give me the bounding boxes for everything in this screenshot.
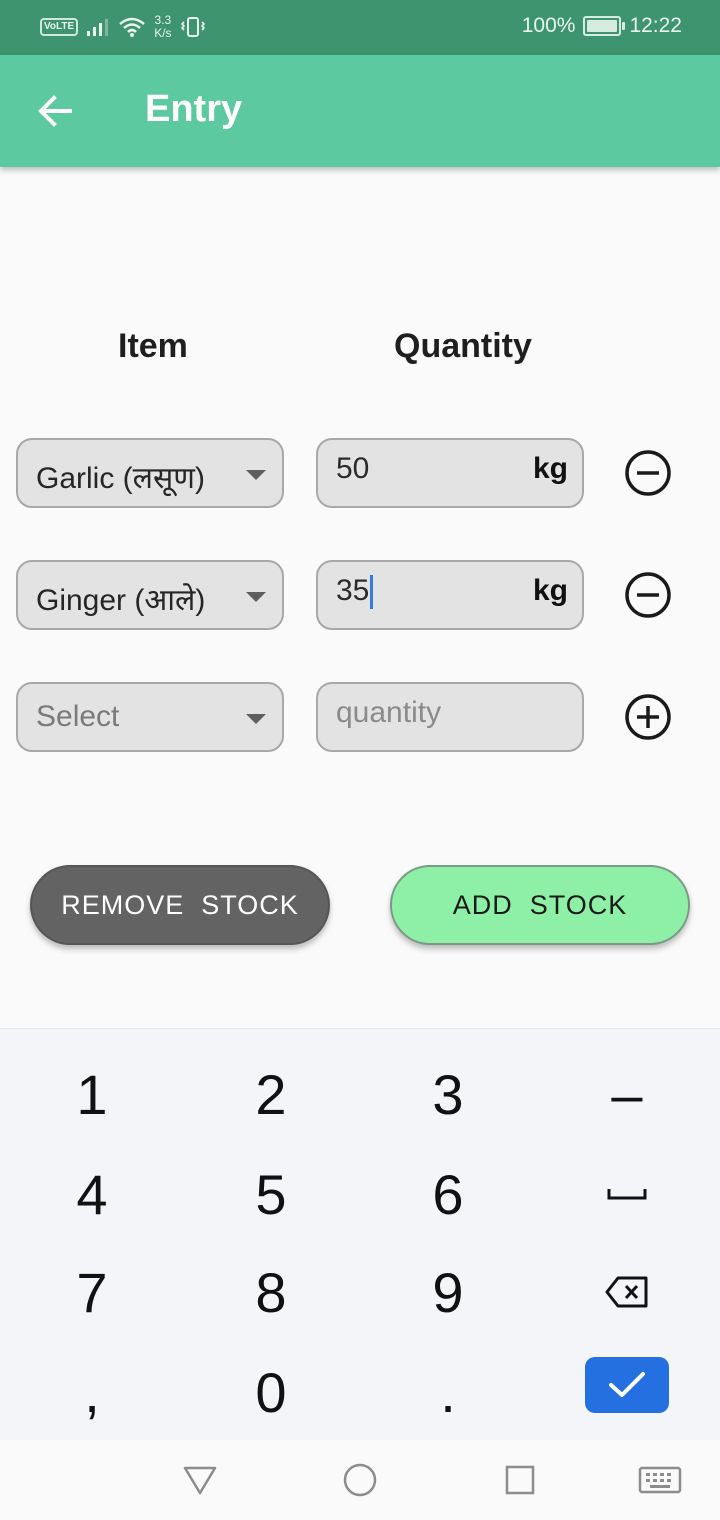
add-stock-button[interactable]: ADD STOCK [390, 865, 690, 945]
item-dropdown-placeholder: Select [36, 700, 120, 733]
quantity-field-3[interactable]: quantity [316, 682, 584, 752]
speed-unit: K/s [154, 26, 172, 40]
key-0[interactable]: 0 [211, 1347, 331, 1437]
quantity-field-2[interactable]: 35 kg [316, 560, 584, 630]
space-key[interactable] [567, 1149, 687, 1239]
numeric-keyboard: 1 2 3 – 4 5 6 7 8 9 , 0 . [0, 1028, 720, 1441]
quantity-column-header: Quantity [394, 327, 532, 365]
key-comma[interactable]: , [32, 1347, 152, 1437]
key-9[interactable]: 9 [388, 1247, 508, 1337]
item-column-header: Item [118, 327, 188, 365]
quantity-field-1[interactable]: 50 kg [316, 438, 584, 508]
key-8[interactable]: 8 [211, 1247, 331, 1337]
key-1[interactable]: 1 [32, 1049, 152, 1139]
recents-nav-icon[interactable] [502, 1462, 538, 1498]
minus-circle-icon[interactable] [624, 571, 672, 619]
key-period[interactable]: . [388, 1347, 508, 1437]
remove-stock-button[interactable]: REMOVE STOCK [30, 865, 330, 945]
remove-stock-label: REMOVE STOCK [61, 889, 299, 920]
item-dropdown-3[interactable]: Select [16, 682, 284, 752]
key-3[interactable]: 3 [388, 1049, 508, 1139]
item-dropdown-value: Garlic (लसूण) [36, 462, 205, 495]
dropdown-caret-icon [246, 714, 266, 724]
key-5[interactable]: 5 [211, 1149, 331, 1239]
clock: 12:22 [629, 14, 682, 37]
navigation-bar [0, 1440, 720, 1520]
unit-label: kg [532, 574, 568, 607]
item-dropdown-1[interactable]: Garlic (लसूण) [16, 438, 284, 508]
enter-key[interactable] [585, 1357, 669, 1413]
back-arrow-icon[interactable] [32, 91, 80, 131]
network-speed: 3.3 K/s [154, 14, 171, 40]
key-2[interactable]: 2 [211, 1049, 331, 1139]
quantity-value: 35 [336, 574, 370, 607]
text-cursor [370, 575, 374, 610]
status-bar: VoLTE 3.3 K/s 100% 12:22 [0, 0, 720, 55]
item-dropdown-value: Ginger (आले) [36, 584, 206, 617]
add-stock-label: ADD STOCK [452, 889, 628, 920]
battery-percent: 100% [521, 14, 576, 37]
unit-label: kg [532, 452, 568, 485]
key-minus[interactable]: – [567, 1049, 687, 1139]
quantity-value: 50 [336, 452, 370, 485]
key-4[interactable]: 4 [32, 1149, 152, 1239]
app-bar: Entry [0, 55, 720, 167]
backspace-key[interactable] [567, 1247, 687, 1337]
check-icon [609, 1372, 645, 1397]
signal-icon [87, 19, 109, 36]
vibrate-icon [180, 17, 205, 37]
space-icon [607, 1189, 647, 1200]
backspace-icon [605, 1276, 648, 1308]
key-6[interactable]: 6 [388, 1149, 508, 1239]
dropdown-caret-icon [246, 470, 266, 480]
plus-circle-icon[interactable] [624, 693, 672, 741]
volte-badge: VoLTE [40, 18, 79, 36]
wifi-icon [119, 17, 145, 37]
dropdown-caret-icon [246, 592, 266, 602]
home-nav-icon[interactable] [342, 1462, 378, 1498]
item-dropdown-2[interactable]: Ginger (आले) [16, 560, 284, 630]
back-nav-icon[interactable] [182, 1462, 218, 1498]
status-left: VoLTE 3.3 K/s [40, 14, 206, 40]
key-7[interactable]: 7 [32, 1247, 152, 1337]
minus-circle-icon[interactable] [624, 449, 672, 497]
quantity-placeholder: quantity [336, 696, 442, 729]
status-right: 100% 12:22 [522, 14, 682, 38]
quantity-value-wrapper: 35 [336, 574, 374, 610]
battery-icon [583, 16, 626, 36]
keyboard-toggle-icon[interactable] [638, 1462, 682, 1498]
page-title: Entry [145, 88, 243, 130]
